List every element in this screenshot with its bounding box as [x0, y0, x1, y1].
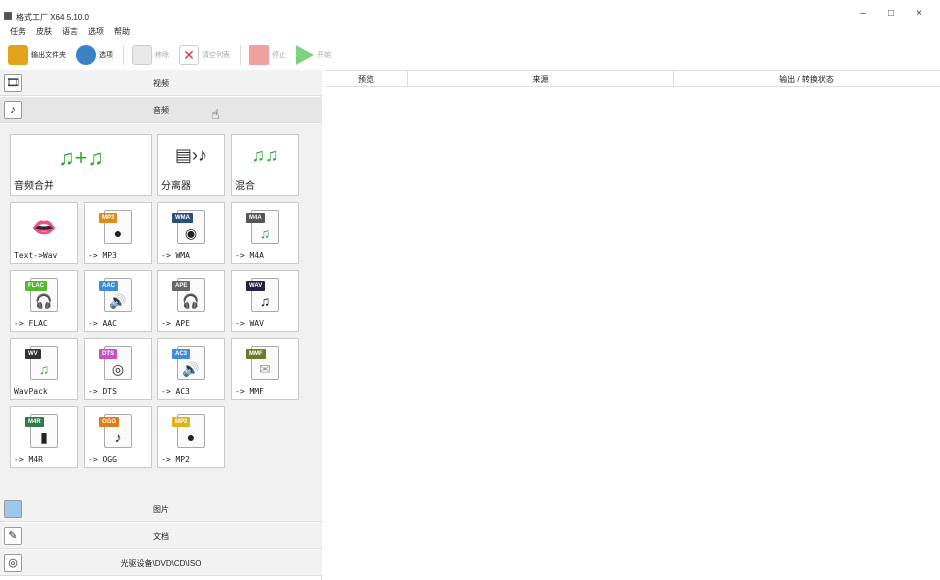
- wav-file-icon: WAV ♫: [246, 278, 279, 312]
- to-ape-tile[interactable]: APE 🎧 -> APE: [157, 270, 225, 332]
- to-m4a-tile[interactable]: M4A ♫ -> M4A: [231, 202, 299, 264]
- to-m4r-tile[interactable]: M4R ▮ -> M4R: [10, 406, 78, 468]
- category-image[interactable]: 图片: [0, 496, 322, 522]
- category-document[interactable]: ✎ 文档: [0, 523, 322, 549]
- menu-item-help[interactable]: 帮助: [114, 24, 130, 40]
- wavpack-tile[interactable]: WV ♫ WavPack: [10, 338, 78, 400]
- minimize-button[interactable]: –: [858, 8, 868, 19]
- app-icon: [4, 12, 12, 20]
- stop-icon: [249, 45, 269, 65]
- mp2-file-icon: MP2 ●: [172, 414, 205, 448]
- stop-button[interactable]: 停止: [249, 45, 286, 65]
- window-title: 格式工厂 X64 5.10.0: [16, 13, 89, 22]
- menu-item-task[interactable]: 任务: [10, 24, 26, 40]
- audio-merge-tile[interactable]: ♫+♫ 音频合并: [10, 134, 152, 196]
- splitter-icon: ▤›♪: [174, 145, 208, 165]
- audio-merge-icon: ♫+♫: [58, 145, 104, 170]
- ogg-file-icon: OGG ♪: [99, 414, 132, 448]
- task-list[interactable]: 预览 来源 输出 / 转换状态: [325, 70, 940, 580]
- to-wma-tile[interactable]: WMA ◉ -> WMA: [157, 202, 225, 264]
- to-mmf-tile[interactable]: MMF ✉ -> MMF: [231, 338, 299, 400]
- wv-file-icon: WV ♫: [25, 346, 58, 380]
- options-icon: [76, 45, 96, 65]
- clear-list-icon: ✕: [179, 45, 199, 65]
- category-video[interactable]: 🎞 视频: [0, 70, 322, 96]
- ape-file-icon: APE 🎧: [172, 278, 205, 312]
- remove-icon: [132, 45, 152, 65]
- aac-file-icon: AAC 🔊: [99, 278, 132, 312]
- text-to-wav-tile[interactable]: 👄 Text->Wav: [10, 202, 78, 264]
- wma-file-icon: WMA ◉: [172, 210, 205, 244]
- start-button[interactable]: 开始: [296, 45, 331, 65]
- close-button[interactable]: ×: [914, 8, 924, 19]
- menu-bar: 任务 皮肤 语言 选项 帮助: [0, 24, 130, 40]
- play-icon: [296, 45, 314, 65]
- remove-button[interactable]: 移除: [132, 45, 169, 65]
- column-preview[interactable]: 预览: [325, 74, 407, 85]
- menu-item-options[interactable]: 选项: [88, 24, 104, 40]
- dts-file-icon: DTS ◎: [99, 346, 132, 380]
- menu-item-language[interactable]: 语言: [62, 24, 78, 40]
- to-mp2-tile[interactable]: MP2 ● -> MP2: [157, 406, 225, 468]
- to-wav-tile[interactable]: WAV ♫ -> WAV: [231, 270, 299, 332]
- mmf-file-icon: MMF ✉: [246, 346, 279, 380]
- to-dts-tile[interactable]: DTS ◎ -> DTS: [84, 338, 152, 400]
- category-panel: 🎞 视频 ♪ 音频 ♫+♫ 音频合并 ▤›♪ 分离器 ♫♫ 混合 👄 Text-…: [0, 70, 322, 580]
- mix-tile[interactable]: ♫♫ 混合: [231, 134, 299, 196]
- category-disc[interactable]: ◎ 光驱设备\DVD\CD\ISO: [0, 550, 322, 576]
- toolbar: 输出文件夹 选项 移除 ✕ 清空列表 停止 开始: [0, 42, 341, 68]
- column-output-status[interactable]: 输出 / 转换状态: [674, 74, 939, 85]
- splitter-tile[interactable]: ▤›♪ 分离器: [157, 134, 225, 196]
- column-source[interactable]: 来源: [408, 74, 673, 85]
- m4r-file-icon: M4R ▮: [25, 414, 58, 448]
- to-mp3-tile[interactable]: MP3 ● -> MP3: [84, 202, 152, 264]
- flac-file-icon: FLAC 🎧: [25, 278, 58, 312]
- to-flac-tile[interactable]: FLAC 🎧 -> FLAC: [10, 270, 78, 332]
- ac3-file-icon: AC3 🔊: [172, 346, 205, 380]
- maximize-button[interactable]: □: [886, 8, 896, 19]
- m4a-file-icon: M4A ♫: [246, 210, 279, 244]
- to-ogg-tile[interactable]: OGG ♪ -> OGG: [84, 406, 152, 468]
- toolbar-divider: [123, 45, 124, 65]
- clear-list-button[interactable]: ✕ 清空列表: [179, 45, 230, 65]
- hand-cursor-icon: ☝: [211, 106, 220, 122]
- menu-item-skin[interactable]: 皮肤: [36, 24, 52, 40]
- mix-icon: ♫♫: [251, 145, 279, 165]
- options-button[interactable]: 选项: [76, 45, 113, 65]
- lips-icon: 👄: [31, 217, 57, 239]
- output-folder-button[interactable]: 输出文件夹: [8, 45, 66, 65]
- task-list-header: 预览 来源 输出 / 转换状态: [325, 70, 940, 87]
- mp3-file-icon: MP3 ●: [99, 210, 132, 244]
- audio-tools-grid: ♫+♫ 音频合并 ▤›♪ 分离器 ♫♫ 混合 👄 Text->Wav MP3 ● …: [0, 124, 322, 496]
- to-aac-tile[interactable]: AAC 🔊 -> AAC: [84, 270, 152, 332]
- to-ac3-tile[interactable]: AC3 🔊 -> AC3: [157, 338, 225, 400]
- toolbar-divider: [240, 45, 241, 65]
- title-bar: 格式工厂 X64 5.10.0 – □ ×: [0, 0, 940, 24]
- folder-icon: [8, 45, 28, 65]
- category-audio[interactable]: ♪ 音频: [0, 97, 322, 123]
